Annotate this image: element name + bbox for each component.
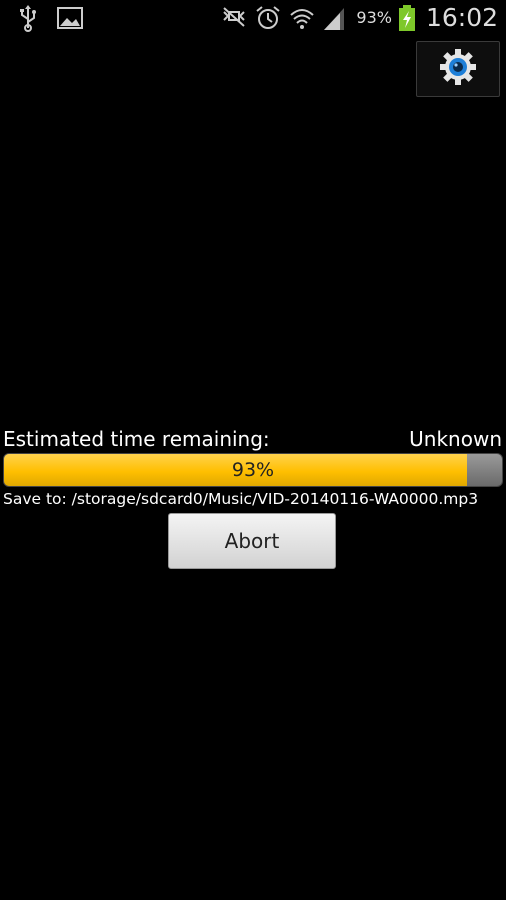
alarm-icon — [254, 4, 282, 32]
wifi-icon — [288, 4, 316, 32]
battery-charging-icon — [398, 4, 416, 32]
eta-label: Estimated time remaining: — [3, 427, 270, 451]
clock: 16:02 — [425, 3, 498, 32]
gear-icon — [438, 47, 478, 91]
mute-icon — [220, 4, 248, 32]
save-path: Save to: /storage/sdcard0/Music/VID-2014… — [3, 490, 479, 508]
download-progress-bar: 93% — [3, 453, 503, 487]
notification-icons — [14, 4, 84, 32]
system-icons: 93% 16:02 — [220, 3, 498, 32]
usb-icon — [14, 4, 42, 32]
signal-icon — [322, 4, 350, 32]
progress-percent: 93% — [231, 459, 275, 481]
battery-percent: 93% — [356, 8, 392, 27]
status-bar: 93% 16:02 — [0, 0, 506, 36]
abort-button[interactable]: Abort — [168, 513, 336, 569]
eta-value: Unknown — [409, 427, 502, 451]
settings-button[interactable] — [416, 41, 500, 97]
gallery-icon — [56, 4, 84, 32]
